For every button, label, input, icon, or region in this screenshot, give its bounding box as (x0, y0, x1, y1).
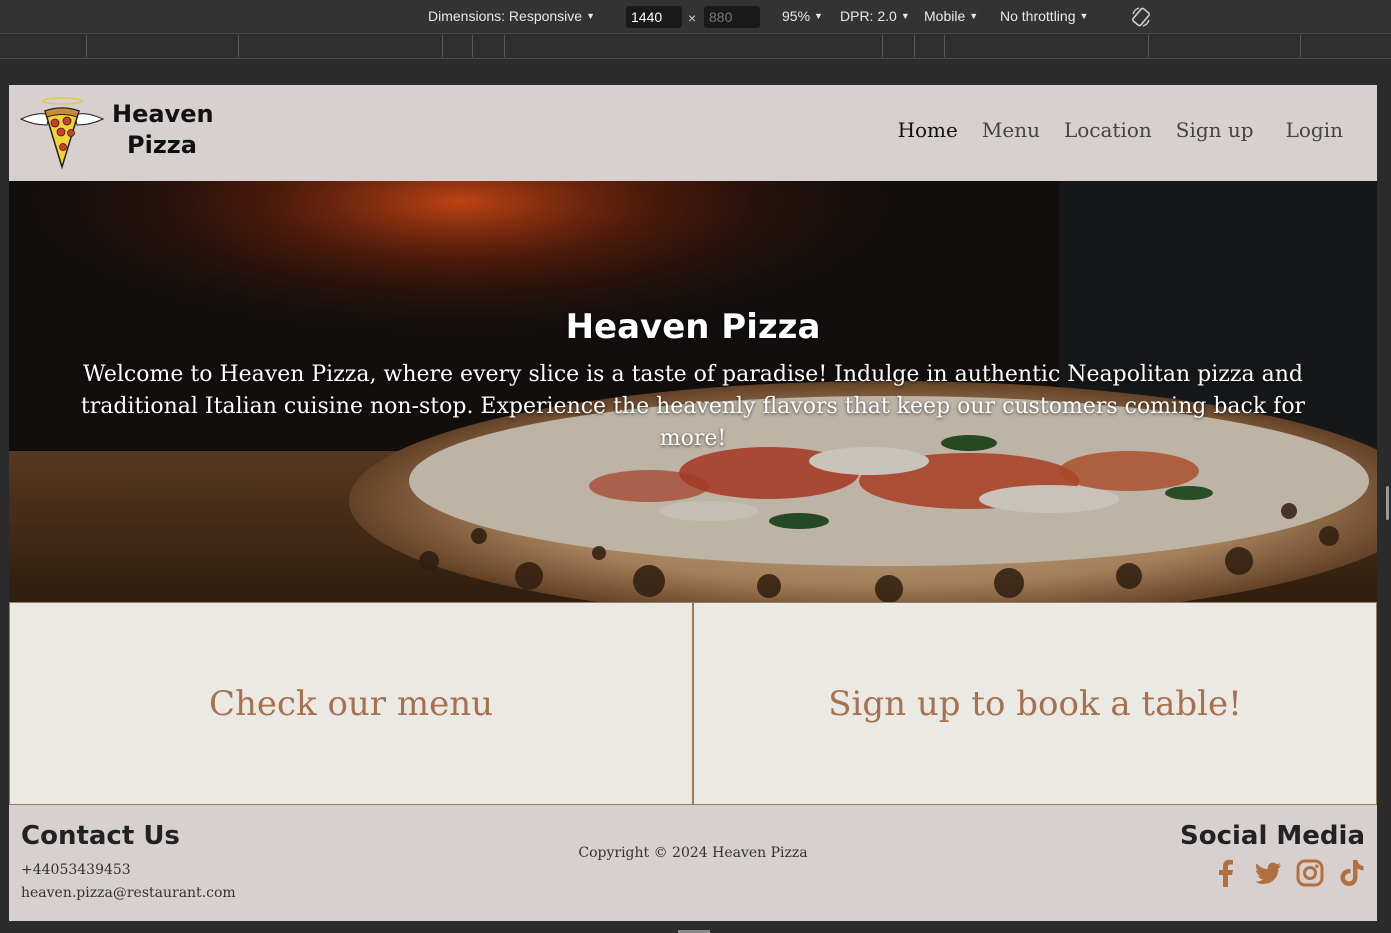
brand-line-1: Heaven (112, 100, 214, 128)
chevron-down-icon: ▼ (814, 11, 823, 21)
brand-line-2: Pizza (127, 131, 197, 159)
facebook-icon[interactable] (1211, 858, 1241, 888)
dpr-dropdown[interactable]: DPR: 2.0 ▼ (840, 8, 910, 24)
nav-signup[interactable]: Sign up (1176, 118, 1254, 142)
angel-pizza-logo-icon[interactable] (19, 95, 109, 171)
device-mode-label: Mobile (924, 8, 966, 24)
check-menu-card[interactable]: Check our menu (9, 602, 693, 805)
site-footer: Contact Us +44053439453 heaven.pizza@res… (9, 805, 1377, 921)
website-viewport: Heaven Pizza Home Menu Location Sign up … (9, 85, 1377, 921)
tiktok-icon[interactable] (1337, 858, 1367, 888)
contact-phone[interactable]: +44053439453 (21, 862, 131, 878)
hero-section: Heaven Pizza Welcome to Heaven Pizza, wh… (9, 181, 1377, 602)
social-title: Social Media (1180, 821, 1365, 851)
nav-menu[interactable]: Menu (982, 118, 1040, 142)
dimensions-dropdown[interactable]: Dimensions: Responsive ▼ (428, 8, 595, 24)
twitter-icon[interactable] (1253, 858, 1283, 888)
site-header: Heaven Pizza Home Menu Location Sign up … (9, 85, 1377, 181)
zoom-dropdown[interactable]: 95% ▼ (782, 8, 823, 24)
devtools-device-toolbar: Dimensions: Responsive ▼ 1440 × 880 95% … (0, 0, 1391, 34)
chevron-down-icon: ▼ (586, 11, 595, 21)
rotate-icon[interactable] (1130, 6, 1152, 28)
nav-home[interactable]: Home (898, 118, 958, 142)
book-table-card[interactable]: Sign up to book a table! (693, 602, 1377, 805)
width-input[interactable]: 1440 (626, 6, 682, 28)
device-mode-dropdown[interactable]: Mobile ▼ (924, 8, 978, 24)
nav-location[interactable]: Location (1064, 118, 1152, 142)
hero-title: Heaven Pizza (565, 307, 821, 347)
social-icons (1211, 858, 1367, 888)
chevron-down-icon: ▼ (969, 11, 979, 21)
nav-login[interactable]: Login (1286, 118, 1343, 142)
zoom-label: 95% (782, 8, 811, 24)
times-sign: × (688, 10, 697, 26)
throttling-label: No throttling (1000, 8, 1076, 24)
brand-name[interactable]: Heaven Pizza (112, 99, 214, 161)
viewport-scroll-thumb[interactable] (1386, 486, 1389, 520)
main-nav: Home Menu Location Sign up Login (898, 118, 1343, 142)
chevron-down-icon: ▼ (1079, 11, 1089, 21)
hero-welcome-text: Welcome to Heaven Pizza, where every sli… (80, 362, 1306, 451)
instagram-icon[interactable] (1295, 858, 1325, 888)
copyright: Copyright © 2024 Heaven Pizza (578, 845, 808, 861)
chevron-down-icon: ▼ (900, 11, 910, 21)
throttling-dropdown[interactable]: No throttling ▼ (1000, 8, 1088, 24)
media-query-ruler (0, 35, 1391, 59)
contact-email[interactable]: heaven.pizza@restaurant.com (21, 885, 236, 901)
cta-cards: Check our menu Sign up to book a table! (9, 602, 1377, 805)
dpr-label: DPR: 2.0 (840, 8, 897, 24)
dimensions-label: Dimensions: Responsive (428, 8, 583, 24)
height-input[interactable]: 880 (704, 6, 760, 28)
